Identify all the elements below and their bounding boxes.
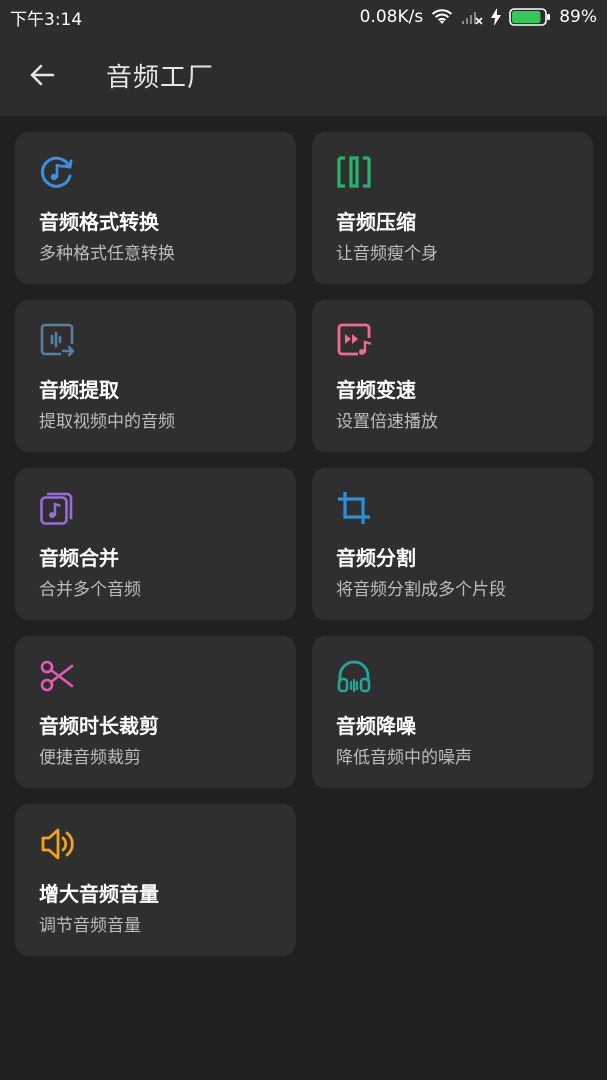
tool-subtitle: 降低音频中的噪声 <box>336 748 472 768</box>
battery-percent: 89% <box>559 7 597 27</box>
tool-title: 音频时长裁剪 <box>39 714 159 738</box>
tool-subtitle: 将音频分割成多个片段 <box>336 580 506 600</box>
scissors-icon <box>39 658 75 694</box>
tool-title: 音频压缩 <box>336 210 416 234</box>
tool-subtitle: 便捷音频裁剪 <box>39 748 141 768</box>
speed-icon <box>336 322 372 358</box>
status-bar: 下午3:14 0.08K/s 89% <box>0 0 607 34</box>
tool-subtitle: 多种格式任意转换 <box>39 244 175 264</box>
tool-title: 音频降噪 <box>336 714 416 738</box>
tool-card-audio-volume[interactable]: 增大音频音量 调节音频音量 <box>15 804 296 956</box>
tool-subtitle: 合并多个音频 <box>39 580 141 600</box>
tool-title: 音频分割 <box>336 546 416 570</box>
tool-subtitle: 调节音频音量 <box>39 916 141 936</box>
tool-card-audio-split[interactable]: 音频分割 将音频分割成多个片段 <box>312 468 593 620</box>
tool-title: 增大音频音量 <box>39 882 159 906</box>
battery-icon <box>509 8 551 26</box>
wifi-icon <box>431 8 453 26</box>
status-right: 0.08K/s 89% <box>360 7 597 27</box>
tool-card-audio-extract[interactable]: 音频提取 提取视频中的音频 <box>15 300 296 452</box>
back-button[interactable] <box>12 45 72 105</box>
tool-title: 音频格式转换 <box>39 210 159 234</box>
charging-icon <box>491 8 502 26</box>
tool-title: 音频变速 <box>336 378 416 402</box>
app-bar: 音频工厂 <box>0 34 607 116</box>
volume-icon <box>39 826 75 862</box>
page-title: 音频工厂 <box>106 62 215 93</box>
music-convert-icon <box>39 154 75 190</box>
tool-title: 音频合并 <box>39 546 119 570</box>
tool-card-audio-format-convert[interactable]: 音频格式转换 多种格式任意转换 <box>15 132 296 284</box>
compress-icon <box>336 154 372 190</box>
extract-icon <box>39 322 75 358</box>
signal-icon <box>461 9 483 25</box>
tool-subtitle: 设置倍速播放 <box>336 412 438 432</box>
tool-card-audio-trim[interactable]: 音频时长裁剪 便捷音频裁剪 <box>15 636 296 788</box>
tool-card-audio-compress[interactable]: 音频压缩 让音频瘦个身 <box>312 132 593 284</box>
status-left: 下午3:14 <box>10 5 82 30</box>
headphones-icon <box>336 658 372 694</box>
tool-card-audio-merge[interactable]: 音频合并 合并多个音频 <box>15 468 296 620</box>
tool-card-audio-denoise[interactable]: 音频降噪 降低音频中的噪声 <box>312 636 593 788</box>
network-speed: 0.08K/s <box>359 7 424 27</box>
status-time: 下午3:14 <box>10 9 83 30</box>
crop-icon <box>336 490 372 526</box>
tool-subtitle: 提取视频中的音频 <box>39 412 175 432</box>
arrow-left-icon <box>28 61 56 89</box>
merge-icon <box>39 490 75 526</box>
tool-grid: 音频格式转换 多种格式任意转换 音频压缩 让音频瘦个身 音频提取 提取视频中的音… <box>15 132 593 956</box>
tool-title: 音频提取 <box>39 378 119 402</box>
tool-subtitle: 让音频瘦个身 <box>336 244 438 264</box>
tool-card-audio-speed[interactable]: 音频变速 设置倍速播放 <box>312 300 593 452</box>
